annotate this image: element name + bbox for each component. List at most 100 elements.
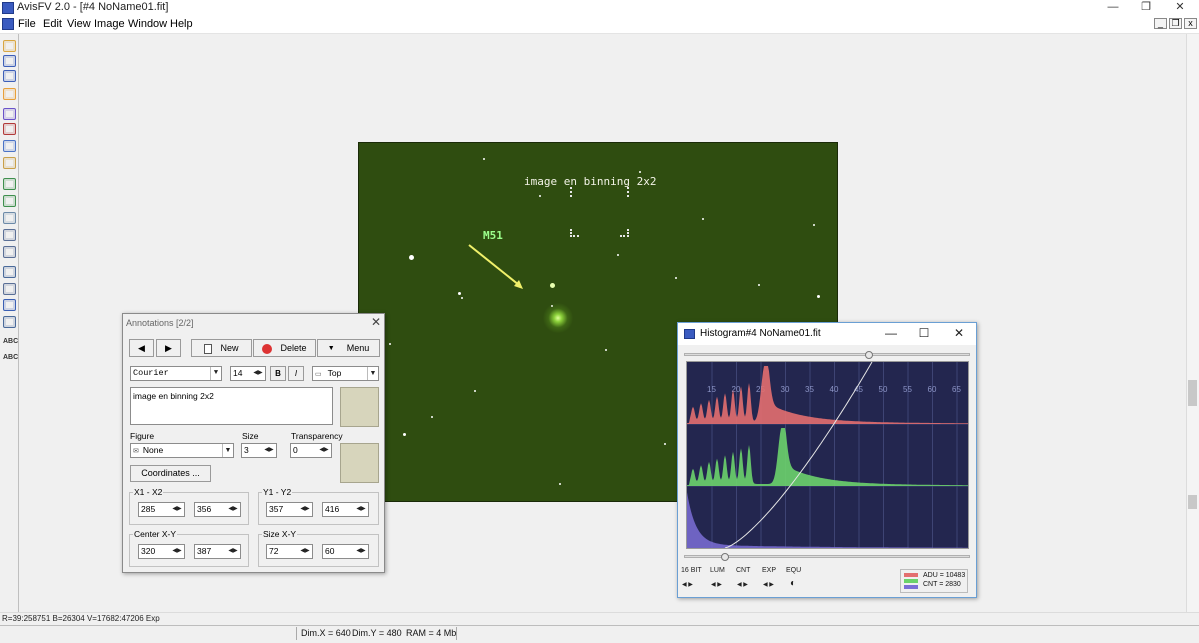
menu-window[interactable]: Window	[128, 18, 167, 30]
histogram-window: Histogram#4 NoName01.fit — ☐ ✕ 15 20 25 30 3…	[677, 322, 977, 598]
y2-input[interactable]: 416 ◀▶	[322, 502, 369, 517]
equalize-toggle-icon[interactable]: ◐	[790, 578, 796, 589]
child-close-button[interactable]: x	[1184, 18, 1197, 29]
center-y-input[interactable]: 387 ◀▶	[194, 544, 241, 559]
spin-arrows-icon[interactable]: ◀▶	[317, 445, 331, 456]
zoom-out-icon[interactable]	[3, 195, 16, 207]
spin-arrows-icon[interactable]: ◀▶	[226, 546, 240, 557]
zoom-in-icon[interactable]	[3, 178, 16, 190]
white-level-knob[interactable]	[865, 351, 873, 359]
window-title: AvisFV 2.0 - [#4 NoName01.fit]	[17, 1, 169, 13]
green-channel-area	[687, 428, 968, 486]
child-minimize-button[interactable]: _	[1154, 18, 1167, 29]
menu-file[interactable]: File	[18, 18, 36, 30]
menu-image[interactable]: Image	[94, 18, 125, 30]
scale-label: 35	[805, 385, 814, 394]
paste-icon[interactable]	[3, 157, 16, 169]
close-button[interactable]: ✕	[1165, 0, 1195, 16]
histogram-minimize-button[interactable]: —	[878, 325, 904, 341]
menu-view[interactable]: View	[67, 18, 91, 30]
annotation-text-input[interactable]: image en binning 2x2	[130, 387, 333, 425]
size-stepper[interactable]: 3 ◀▶	[241, 443, 277, 458]
abc-edit-icon[interactable]: ABC	[3, 352, 18, 364]
copy-icon[interactable]	[3, 140, 16, 152]
delete-button[interactable]: Delete	[253, 339, 316, 357]
histogram-graph: 15 20 25 30 35 40 45 50 55 60 65	[687, 362, 968, 548]
menu-edit[interactable]: Edit	[43, 18, 62, 30]
dialog-close-button[interactable]: ✕	[369, 315, 383, 329]
x1-input[interactable]: 285 ◀▶	[138, 502, 185, 517]
app-icon	[2, 2, 14, 14]
spin-arrows-icon[interactable]: ◀▶	[298, 546, 312, 557]
italic-button[interactable]: I	[288, 366, 304, 381]
dialog-title: Annotations [2/2]	[126, 318, 194, 328]
target-icon[interactable]	[3, 246, 16, 258]
menu-button[interactable]: ▼ Menu	[317, 339, 380, 357]
transparency-stepper[interactable]: 0 ◀▶	[290, 443, 332, 458]
spin-arrows-icon[interactable]: ◀▶	[262, 445, 276, 456]
scrollbar-thumb[interactable]	[1188, 495, 1197, 509]
frame-icon[interactable]	[3, 266, 16, 278]
refresh-icon[interactable]	[3, 108, 16, 120]
position-select[interactable]: ▭ Top ▼	[312, 366, 379, 381]
info-separator	[456, 627, 457, 640]
histogram-control-label: CNT	[736, 567, 751, 574]
crop-icon[interactable]	[3, 229, 16, 241]
arrow-line	[468, 244, 520, 286]
save-as-icon[interactable]	[3, 70, 16, 82]
spin-arrows-icon[interactable]: ◀▶	[170, 504, 184, 515]
scrollbar-thumb[interactable]	[1188, 380, 1197, 406]
sigma-icon[interactable]	[3, 316, 16, 328]
histogram-spin-arrows[interactable]: ◀ ▶	[763, 581, 774, 588]
convert-icon[interactable]	[3, 123, 16, 135]
display-icon[interactable]	[3, 212, 16, 224]
spin-arrows-icon[interactable]: ◀▶	[170, 546, 184, 557]
spin-arrows-icon[interactable]: ◀▶	[354, 546, 368, 557]
chevron-down-icon: ▼	[210, 367, 221, 380]
histogram-close-button[interactable]: ✕	[946, 325, 972, 341]
transfer-curve	[724, 362, 873, 548]
document-icon[interactable]	[2, 18, 14, 30]
ram-readout: RAM = 4 Mb	[406, 628, 457, 638]
new-button[interactable]: New	[191, 339, 252, 357]
histogram-plot[interactable]: 15 20 25 30 35 40 45 50 55 60 65	[686, 361, 969, 549]
open-icon[interactable]	[3, 40, 16, 52]
bold-button[interactable]: B	[270, 366, 286, 381]
white-level-slider[interactable]	[684, 353, 970, 356]
size-y-input[interactable]: 60 ◀▶	[322, 544, 369, 559]
child-window-buttons: _ ❐ x	[1154, 18, 1197, 29]
new-document-icon	[204, 343, 213, 354]
text-color-swatch[interactable]	[340, 387, 379, 427]
histogram-icon[interactable]	[3, 283, 16, 295]
next-button[interactable]: ▶	[156, 339, 181, 357]
save-icon[interactable]	[3, 55, 16, 67]
center-x-input[interactable]: 320 ◀▶	[138, 544, 185, 559]
coordinates-button[interactable]: Coordinates ...	[130, 465, 211, 482]
minimize-button[interactable]: —	[1098, 0, 1128, 16]
size-x-input[interactable]: 72 ◀▶	[266, 544, 313, 559]
folder-icon[interactable]	[3, 88, 16, 100]
histogram-spin-arrows[interactable]: ◀ ▶	[737, 581, 748, 588]
restore-button[interactable]: ❐	[1131, 0, 1161, 16]
levels-icon[interactable]	[3, 299, 16, 311]
spin-arrows-icon[interactable]: ◀▶	[354, 504, 368, 515]
font-size-stepper[interactable]: 14 ◀▶	[230, 366, 266, 381]
black-level-knob[interactable]	[721, 553, 729, 561]
previous-button[interactable]: ◀	[129, 339, 154, 357]
vertical-scrollbar[interactable]	[1186, 34, 1199, 612]
histogram-maximize-button[interactable]: ☐	[911, 325, 937, 341]
abc-icon[interactable]: ABC	[3, 336, 18, 348]
y1-input[interactable]: 357 ◀▶	[266, 502, 313, 517]
histogram-spin-arrows[interactable]: ◀ ▶	[682, 581, 693, 588]
histogram-app-icon	[684, 329, 695, 339]
spin-arrows-icon[interactable]: ◀▶	[226, 504, 240, 515]
x2-input[interactable]: 356 ◀▶	[194, 502, 241, 517]
figure-select[interactable]: ✉ None ▼	[130, 443, 234, 458]
spin-arrows-icon[interactable]: ◀▶	[298, 504, 312, 515]
menu-help[interactable]: Help	[170, 18, 193, 30]
figure-color-swatch[interactable]	[340, 443, 379, 483]
child-restore-button[interactable]: ❐	[1169, 18, 1182, 29]
histogram-spin-arrows[interactable]: ◀ ▶	[711, 581, 722, 588]
spin-arrows-icon[interactable]: ◀▶	[251, 368, 265, 379]
font-select[interactable]: Courier ▼	[130, 366, 222, 381]
